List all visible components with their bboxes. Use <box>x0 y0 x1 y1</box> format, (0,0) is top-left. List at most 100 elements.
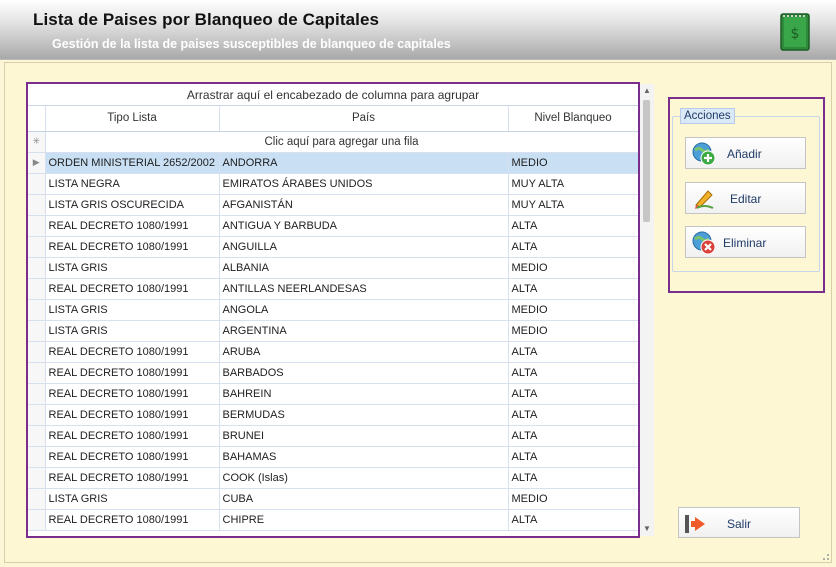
cell-tipo-lista[interactable]: REAL DECRETO 1080/1991 <box>45 425 220 447</box>
table-row[interactable]: REAL DECRETO 1080/1991 BERMUDAS ALTA <box>28 404 638 426</box>
cell-pais[interactable]: ANGUILLA <box>219 236 509 258</box>
table-row[interactable]: REAL DECRETO 1080/1991 BAHAMAS ALTA <box>28 446 638 468</box>
row-indicator[interactable] <box>28 488 46 510</box>
cell-tipo-lista[interactable]: LISTA GRIS <box>45 299 220 321</box>
row-indicator[interactable] <box>28 194 46 216</box>
row-indicator[interactable] <box>28 341 46 363</box>
table-row[interactable]: REAL DECRETO 1080/1991 CHIPRE ALTA <box>28 509 638 531</box>
scroll-up-arrow-icon[interactable]: ▲ <box>640 84 654 98</box>
cell-pais[interactable]: ANTILLAS NEERLANDESAS <box>219 278 509 300</box>
cell-tipo-lista[interactable]: LISTA GRIS <box>45 488 220 510</box>
table-row[interactable]: LISTA NEGRA EMIRATOS ÁRABES UNIDOS MUY ALT… <box>28 173 638 195</box>
cell-nivel-blanqueo[interactable]: MUY ALTA <box>508 173 638 195</box>
cell-pais[interactable]: COOK (Islas) <box>219 467 509 489</box>
row-indicator[interactable] <box>28 299 46 321</box>
cell-nivel-blanqueo[interactable]: ALTA <box>508 278 638 300</box>
cell-pais[interactable]: ARGENTINA <box>219 320 509 342</box>
delete-button[interactable]: Eliminar <box>685 226 806 258</box>
cell-tipo-lista[interactable]: REAL DECRETO 1080/1991 <box>45 509 220 531</box>
table-row[interactable]: REAL DECRETO 1080/1991 ANGUILLA ALTA <box>28 236 638 258</box>
edit-button[interactable]: Editar <box>685 182 806 214</box>
row-indicator[interactable] <box>28 362 46 384</box>
table-row[interactable]: LISTA GRIS ARGENTINA MEDIO <box>28 320 638 342</box>
cell-nivel-blanqueo[interactable]: ALTA <box>508 446 638 468</box>
table-row[interactable]: REAL DECRETO 1080/1991 COOK (Islas) ALTA <box>28 467 638 489</box>
cell-tipo-lista[interactable]: REAL DECRETO 1080/1991 <box>45 467 220 489</box>
current-row-indicator-icon[interactable]: ▶ <box>28 152 46 174</box>
cell-tipo-lista[interactable]: LISTA NEGRA <box>45 173 220 195</box>
cell-pais[interactable]: ANGOLA <box>219 299 509 321</box>
cell-pais[interactable]: BRUNEI <box>219 425 509 447</box>
group-by-panel[interactable]: Arrastrar aquí el encabezado de columna … <box>28 84 638 106</box>
table-row[interactable]: LISTA GRIS OSCURECIDA AFGANISTÁN MUY ALTA <box>28 194 638 216</box>
cell-nivel-blanqueo[interactable]: ALTA <box>508 236 638 258</box>
cell-tipo-lista[interactable]: REAL DECRETO 1080/1991 <box>45 236 220 258</box>
cell-nivel-blanqueo[interactable]: MUY ALTA <box>508 194 638 216</box>
cell-nivel-blanqueo[interactable]: ALTA <box>508 467 638 489</box>
table-row[interactable]: REAL DECRETO 1080/1991 ARUBA ALTA <box>28 341 638 363</box>
exit-button[interactable]: Salir <box>678 507 800 538</box>
cell-pais[interactable]: AFGANISTÁN <box>219 194 509 216</box>
row-indicator[interactable] <box>28 257 46 279</box>
row-indicator[interactable] <box>28 236 46 258</box>
row-indicator[interactable] <box>28 425 46 447</box>
cell-pais[interactable]: BARBADOS <box>219 362 509 384</box>
row-indicator[interactable] <box>28 404 46 426</box>
cell-tipo-lista[interactable]: LISTA GRIS <box>45 320 220 342</box>
cell-tipo-lista[interactable]: REAL DECRETO 1080/1991 <box>45 383 220 405</box>
table-row[interactable]: LISTA GRIS ALBANIA MEDIO <box>28 257 638 279</box>
cell-nivel-blanqueo[interactable]: ALTA <box>508 383 638 405</box>
cell-pais[interactable]: BERMUDAS <box>219 404 509 426</box>
new-row[interactable]: ✳ Clic aquí para agregar una fila <box>28 131 638 153</box>
countries-grid[interactable]: Arrastrar aquí el encabezado de columna … <box>28 84 638 536</box>
row-indicator[interactable] <box>28 215 46 237</box>
table-row[interactable]: ▶ ORDEN MINISTERIAL 2652/2002 ANDORRA MEDIO <box>28 152 638 174</box>
row-indicator[interactable] <box>28 320 46 342</box>
row-indicator[interactable] <box>28 509 46 531</box>
row-indicator[interactable] <box>28 173 46 195</box>
cell-pais[interactable]: ANTIGUA Y BARBUDA <box>219 215 509 237</box>
cell-tipo-lista[interactable]: LISTA GRIS <box>45 257 220 279</box>
cell-nivel-blanqueo[interactable]: MEDIO <box>508 488 638 510</box>
cell-nivel-blanqueo[interactable]: MEDIO <box>508 299 638 321</box>
cell-nivel-blanqueo[interactable]: ALTA <box>508 215 638 237</box>
table-row[interactable]: REAL DECRETO 1080/1991 BARBADOS ALTA <box>28 362 638 384</box>
cell-tipo-lista[interactable]: REAL DECRETO 1080/1991 <box>45 446 220 468</box>
scroll-down-arrow-icon[interactable]: ▼ <box>640 522 654 536</box>
cell-pais[interactable]: CUBA <box>219 488 509 510</box>
cell-pais[interactable]: ARUBA <box>219 341 509 363</box>
table-row[interactable]: LISTA GRIS CUBA MEDIO <box>28 488 638 510</box>
cell-pais[interactable]: BAHAMAS <box>219 446 509 468</box>
row-indicator[interactable] <box>28 446 46 468</box>
scroll-thumb[interactable] <box>643 100 650 222</box>
cell-tipo-lista[interactable]: REAL DECRETO 1080/1991 <box>45 362 220 384</box>
cell-pais[interactable]: CHIPRE <box>219 509 509 531</box>
table-row[interactable]: LISTA GRIS ANGOLA MEDIO <box>28 299 638 321</box>
row-indicator[interactable] <box>28 383 46 405</box>
column-header-pais[interactable]: País <box>219 106 509 132</box>
grid-vertical-scrollbar[interactable]: ▲ ▼ <box>640 84 654 536</box>
cell-nivel-blanqueo[interactable]: MEDIO <box>508 257 638 279</box>
cell-tipo-lista[interactable]: LISTA GRIS OSCURECIDA <box>45 194 220 216</box>
cell-nivel-blanqueo[interactable]: ALTA <box>508 425 638 447</box>
table-row[interactable]: REAL DECRETO 1080/1991 BAHREIN ALTA <box>28 383 638 405</box>
add-button[interactable]: Añadir <box>685 137 806 169</box>
table-row[interactable]: REAL DECRETO 1080/1991 BRUNEI ALTA <box>28 425 638 447</box>
cell-nivel-blanqueo[interactable]: ALTA <box>508 509 638 531</box>
table-row[interactable]: REAL DECRETO 1080/1991 ANTIGUA Y BARBUDA A… <box>28 215 638 237</box>
cell-pais[interactable]: EMIRATOS ÁRABES UNIDOS <box>219 173 509 195</box>
cell-nivel-blanqueo[interactable]: ALTA <box>508 341 638 363</box>
cell-nivel-blanqueo[interactable]: MEDIO <box>508 152 638 174</box>
row-indicator[interactable] <box>28 278 46 300</box>
cell-nivel-blanqueo[interactable]: ALTA <box>508 404 638 426</box>
cell-tipo-lista[interactable]: REAL DECRETO 1080/1991 <box>45 404 220 426</box>
cell-nivel-blanqueo[interactable]: ALTA <box>508 362 638 384</box>
cell-tipo-lista[interactable]: ORDEN MINISTERIAL 2652/2002 <box>45 152 220 174</box>
column-header-tipo-lista[interactable]: Tipo Lista <box>45 106 220 132</box>
cell-tipo-lista[interactable]: REAL DECRETO 1080/1991 <box>45 341 220 363</box>
resize-grip-icon[interactable] <box>818 549 830 561</box>
cell-pais[interactable]: ALBANIA <box>219 257 509 279</box>
cell-nivel-blanqueo[interactable]: MEDIO <box>508 320 638 342</box>
table-row[interactable]: REAL DECRETO 1080/1991 ANTILLAS NEERLANDE… <box>28 278 638 300</box>
cell-pais[interactable]: ANDORRA <box>219 152 509 174</box>
